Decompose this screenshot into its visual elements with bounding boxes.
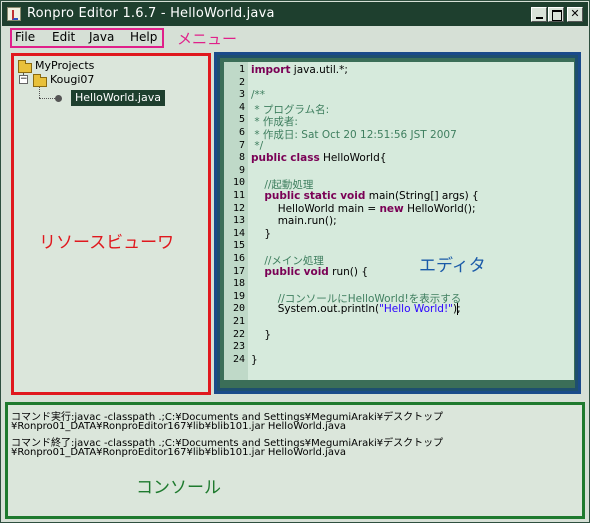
line-number: 22 bbox=[232, 328, 245, 340]
line-number: 12 bbox=[232, 202, 245, 214]
editor-annotation: エディタ bbox=[419, 256, 486, 276]
menu-file[interactable]: File bbox=[15, 30, 35, 44]
menu-annotation: メニュー bbox=[177, 30, 238, 48]
console-line: ¥Ronpro01_DATA¥RonproEditor167¥lib¥blib1… bbox=[11, 447, 346, 458]
menu-java[interactable]: Java bbox=[89, 30, 114, 44]
line-number: 5 bbox=[238, 114, 245, 126]
line-number: 6 bbox=[238, 127, 245, 138]
tree-item-myprojects[interactable]: MyProjects bbox=[35, 59, 94, 72]
text-caret bbox=[457, 303, 458, 316]
line-number: 1 bbox=[238, 64, 245, 75]
code-line: } bbox=[251, 328, 272, 341]
tree-connector bbox=[39, 87, 40, 98]
minimize-button[interactable] bbox=[531, 7, 547, 22]
window-title: Ronpro Editor 1.6.7 - HelloWorld.java bbox=[27, 6, 275, 21]
file-icon bbox=[55, 95, 62, 102]
app-window: Ronpro Editor 1.6.7 - HelloWorld.java ✕ … bbox=[0, 0, 590, 523]
tree-connector bbox=[39, 98, 55, 99]
code-line: public class HelloWorld{ bbox=[251, 152, 387, 165]
code-line: main.run(); bbox=[251, 215, 337, 228]
line-number: 10 bbox=[232, 177, 245, 189]
console-panel[interactable]: コマンド実行:javac -classpath .;C:¥Documents a… bbox=[5, 402, 585, 519]
line-number: 17 bbox=[232, 265, 245, 277]
tree-item-kougi07[interactable]: Kougi07 bbox=[50, 73, 94, 86]
line-number: 20 bbox=[232, 303, 245, 315]
code-line: HelloWorld main = new HelloWorld(); bbox=[251, 202, 476, 215]
line-number: 3 bbox=[238, 89, 245, 101]
line-number: 8 bbox=[238, 152, 245, 164]
line-number: 19 bbox=[232, 290, 245, 302]
line-number: 9 bbox=[238, 164, 245, 176]
code-line: } bbox=[251, 353, 258, 366]
line-number: 21 bbox=[232, 316, 245, 327]
menu-help[interactable]: Help bbox=[130, 30, 157, 44]
code-line: * 作成日: Sat Oct 20 12:51:56 JST 2007 bbox=[251, 129, 457, 141]
java-cup-icon bbox=[7, 7, 21, 21]
line-number: 15 bbox=[232, 240, 245, 252]
tree-item-helloworld[interactable]: HelloWorld.java bbox=[71, 90, 165, 106]
line-number: 11 bbox=[232, 190, 245, 201]
line-number: 7 bbox=[238, 139, 245, 151]
menu-bar: File Edit Java Help bbox=[2, 26, 588, 50]
code-line: */ bbox=[251, 139, 264, 152]
console-line: ¥Ronpro01_DATA¥RonproEditor167¥lib¥blib1… bbox=[11, 421, 346, 432]
line-number: 16 bbox=[232, 253, 245, 264]
resource-viewer-annotation: リソースビューワ bbox=[39, 233, 175, 253]
code-area[interactable]: import java.util.*;/** * プログラム名: * 作成者: … bbox=[248, 62, 574, 380]
folder-icon bbox=[33, 74, 47, 87]
editor-panel: 1 2 3 4 5 6 7 8 9 10 11 12 13 14 15 16 17 18 19 20 21 22 23 24 … bbox=[214, 52, 581, 394]
code-line: } bbox=[251, 227, 272, 240]
console-annotation: コンソール bbox=[136, 478, 221, 498]
code-line: public void run() { bbox=[264, 265, 369, 278]
code-line: System.out.println("Hello World!"); bbox=[251, 303, 461, 316]
line-number: 2 bbox=[238, 76, 245, 88]
line-number-gutter: 1 2 3 4 5 6 7 8 9 10 11 12 13 14 15 16 17 18 19 20 21 22 23 24 bbox=[224, 62, 248, 380]
editor-frame: 1 2 3 4 5 6 7 8 9 10 11 12 13 14 15 16 17 18 19 20 21 22 23 24 … bbox=[220, 58, 575, 388]
resource-viewer: MyProjects − Kougi07 HelloWorld.java bbox=[11, 53, 211, 395]
code-line: import java.util.*; bbox=[251, 64, 348, 76]
close-button[interactable]: ✕ bbox=[567, 7, 583, 22]
title-bar[interactable]: Ronpro Editor 1.6.7 - HelloWorld.java ✕ bbox=[2, 2, 588, 26]
code-line: /** bbox=[251, 89, 266, 102]
collapse-toggle[interactable]: − bbox=[19, 75, 28, 84]
line-number: 4 bbox=[238, 101, 245, 113]
line-number: 24 bbox=[232, 353, 245, 365]
line-number: 14 bbox=[232, 227, 245, 239]
folder-icon bbox=[18, 60, 32, 73]
maximize-button[interactable] bbox=[548, 7, 564, 22]
line-number: 23 bbox=[232, 341, 245, 353]
menu-edit[interactable]: Edit bbox=[52, 30, 75, 44]
line-number: 18 bbox=[232, 278, 245, 290]
code-line: public static void main(String[] args) { bbox=[264, 190, 479, 202]
line-number: 13 bbox=[232, 215, 245, 227]
